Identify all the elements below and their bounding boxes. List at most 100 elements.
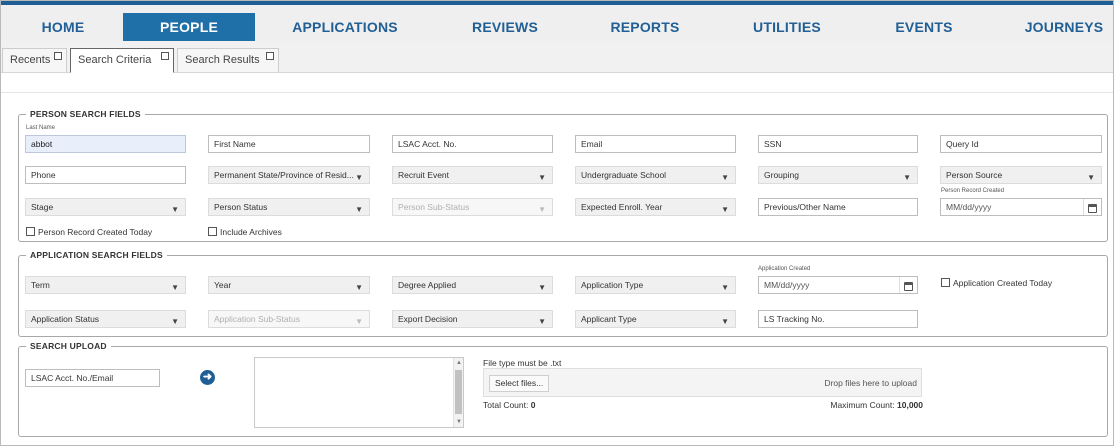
- nav-applications[interactable]: APPLICATIONS: [281, 13, 409, 42]
- select-files-button[interactable]: Select files...: [489, 375, 550, 392]
- select-value: Application Type: [581, 280, 644, 290]
- chevron-down-icon: ▼: [355, 205, 363, 214]
- degree-applied-select[interactable]: Degree Applied ▼: [392, 276, 553, 294]
- record-created-label: Person Record Created: [941, 188, 1005, 194]
- select-value: Application Sub-Status: [214, 314, 300, 324]
- application-status-select[interactable]: Application Status ▼: [25, 310, 186, 328]
- calendar-icon[interactable]: [899, 277, 917, 293]
- select-value: Recruit Event: [398, 170, 450, 180]
- include-archives-checkbox[interactable]: Include Archives: [208, 227, 282, 239]
- term-select[interactable]: Term ▼: [25, 276, 186, 294]
- top-nav: HOME PEOPLE APPLICATIONS REVIEWS REPORTS…: [1, 1, 1113, 42]
- chevron-down-icon: ▼: [355, 173, 363, 182]
- created-today-checkbox[interactable]: Person Record Created Today: [26, 227, 152, 239]
- applicant-type-select[interactable]: Applicant Type ▼: [575, 310, 736, 328]
- year-select[interactable]: Year ▼: [208, 276, 370, 294]
- application-created-date-field[interactable]: MM/dd/yyyy: [758, 276, 918, 294]
- checkbox-icon[interactable]: [161, 52, 169, 60]
- chevron-down-icon: ▼: [1087, 173, 1095, 182]
- file-type-note: File type must be .txt: [483, 358, 562, 368]
- tab-search-criteria[interactable]: Search Criteria: [70, 48, 174, 73]
- checkbox-icon[interactable]: [54, 52, 62, 60]
- select-value: Expected Enroll. Year: [581, 202, 663, 212]
- upload-textarea[interactable]: ▲ ▼: [254, 357, 464, 428]
- total-count-value: 0: [530, 400, 536, 410]
- export-decision-select[interactable]: Export Decision ▼: [392, 310, 553, 328]
- date-placeholder: MM/dd/yyyy: [764, 280, 810, 290]
- person-source-select[interactable]: Person Source ▼: [940, 166, 1102, 184]
- phone-field[interactable]: Phone: [25, 166, 186, 184]
- grouping-select[interactable]: Grouping ▼: [758, 166, 918, 184]
- nav-home[interactable]: HOME: [23, 13, 103, 42]
- person-status-select[interactable]: Person Status ▼: [208, 198, 370, 216]
- checkbox-icon[interactable]: [26, 227, 35, 236]
- first-name-field[interactable]: First Name: [208, 135, 370, 153]
- max-count-value: 10,000: [897, 400, 923, 410]
- chevron-down-icon: ▼: [171, 283, 179, 292]
- divider: [1, 92, 1113, 93]
- scrollbar-thumb[interactable]: [455, 370, 462, 414]
- ls-tracking-field[interactable]: LS Tracking No.: [758, 310, 918, 328]
- permanent-state-select[interactable]: Permanent State/Province of Resid... ▼: [208, 166, 370, 184]
- arrow-right-circle-icon[interactable]: ➜: [200, 370, 215, 385]
- record-created-date-field[interactable]: MM/dd/yyyy: [940, 198, 1102, 216]
- date-placeholder: MM/dd/yyyy: [946, 202, 992, 212]
- scroll-down-icon[interactable]: ▼: [454, 417, 464, 427]
- nav-utilities[interactable]: UTILITIES: [739, 13, 835, 42]
- chevron-down-icon: ▼: [355, 317, 363, 326]
- checkbox-label: Person Record Created Today: [38, 227, 153, 237]
- select-value: Stage: [31, 202, 54, 212]
- chevron-down-icon: ▼: [538, 317, 546, 326]
- application-type-select[interactable]: Application Type ▼: [575, 276, 736, 294]
- checkbox-icon[interactable]: [266, 52, 274, 60]
- recruit-event-select[interactable]: Recruit Event ▼: [392, 166, 553, 184]
- calendar-icon[interactable]: [1083, 199, 1101, 215]
- chevron-down-icon: ▼: [171, 205, 179, 214]
- tab-search-results[interactable]: Search Results: [177, 48, 279, 72]
- query-id-field[interactable]: Query Id: [940, 135, 1102, 153]
- upload-key-field[interactable]: LSAC Acct. No./Email: [25, 369, 160, 387]
- stage-select[interactable]: Stage ▼: [25, 198, 186, 216]
- select-value: Application Status: [31, 314, 100, 324]
- scrollbar[interactable]: ▲ ▼: [453, 358, 463, 427]
- tab-label: Recents: [10, 54, 51, 66]
- tab-recents[interactable]: Recents: [2, 48, 67, 72]
- email-field[interactable]: Email: [575, 135, 736, 153]
- checkbox-icon[interactable]: [208, 227, 217, 236]
- select-value: Degree Applied: [398, 280, 457, 290]
- chevron-down-icon: ▼: [538, 173, 546, 182]
- chevron-down-icon: ▼: [171, 317, 179, 326]
- application-created-label: Application Created: [758, 266, 811, 272]
- section-title: SEARCH UPLOAD: [26, 341, 111, 351]
- nav-events[interactable]: EVENTS: [883, 13, 965, 42]
- ssn-field[interactable]: SSN: [758, 135, 918, 153]
- select-value: Year: [214, 280, 232, 290]
- chevron-down-icon: ▼: [903, 173, 911, 182]
- undergraduate-school-select[interactable]: Undergraduate School ▼: [575, 166, 736, 184]
- application-created-today-checkbox[interactable]: Application Created Today: [941, 278, 1052, 290]
- nav-reviews[interactable]: REVIEWS: [461, 13, 549, 42]
- max-count: Maximum Count: 10,000: [830, 400, 923, 410]
- file-dropzone[interactable]: Select files... Drop files here to uploa…: [483, 368, 922, 397]
- checkbox-icon[interactable]: [941, 278, 950, 287]
- person-sub-status-select: Person Sub-Status ▼: [392, 198, 553, 216]
- nav-journeys[interactable]: JOURNEYS: [1015, 13, 1113, 42]
- scroll-up-icon[interactable]: ▲: [454, 358, 464, 368]
- previous-name-field[interactable]: Previous/Other Name: [758, 198, 918, 216]
- chevron-down-icon: ▼: [721, 283, 729, 292]
- select-value: Person Status: [214, 202, 268, 212]
- select-value: Grouping: [764, 170, 799, 180]
- nav-people[interactable]: PEOPLE: [123, 13, 255, 42]
- chevron-down-icon: ▼: [538, 283, 546, 292]
- expected-enroll-year-select[interactable]: Expected Enroll. Year ▼: [575, 198, 736, 216]
- nav-reports[interactable]: REPORTS: [599, 13, 691, 42]
- total-count: Total Count: 0: [483, 400, 535, 410]
- section-title: PERSON SEARCH FIELDS: [26, 109, 145, 119]
- select-value: Export Decision: [398, 314, 458, 324]
- select-value: Permanent State/Province of Resid...: [214, 170, 354, 180]
- lsac-acct-field[interactable]: LSAC Acct. No.: [392, 135, 553, 153]
- checkbox-label: Include Archives: [220, 227, 282, 237]
- tab-label: Search Criteria: [78, 54, 152, 66]
- last-name-field[interactable]: abbot: [25, 135, 186, 153]
- select-value: Person Sub-Status: [398, 202, 470, 212]
